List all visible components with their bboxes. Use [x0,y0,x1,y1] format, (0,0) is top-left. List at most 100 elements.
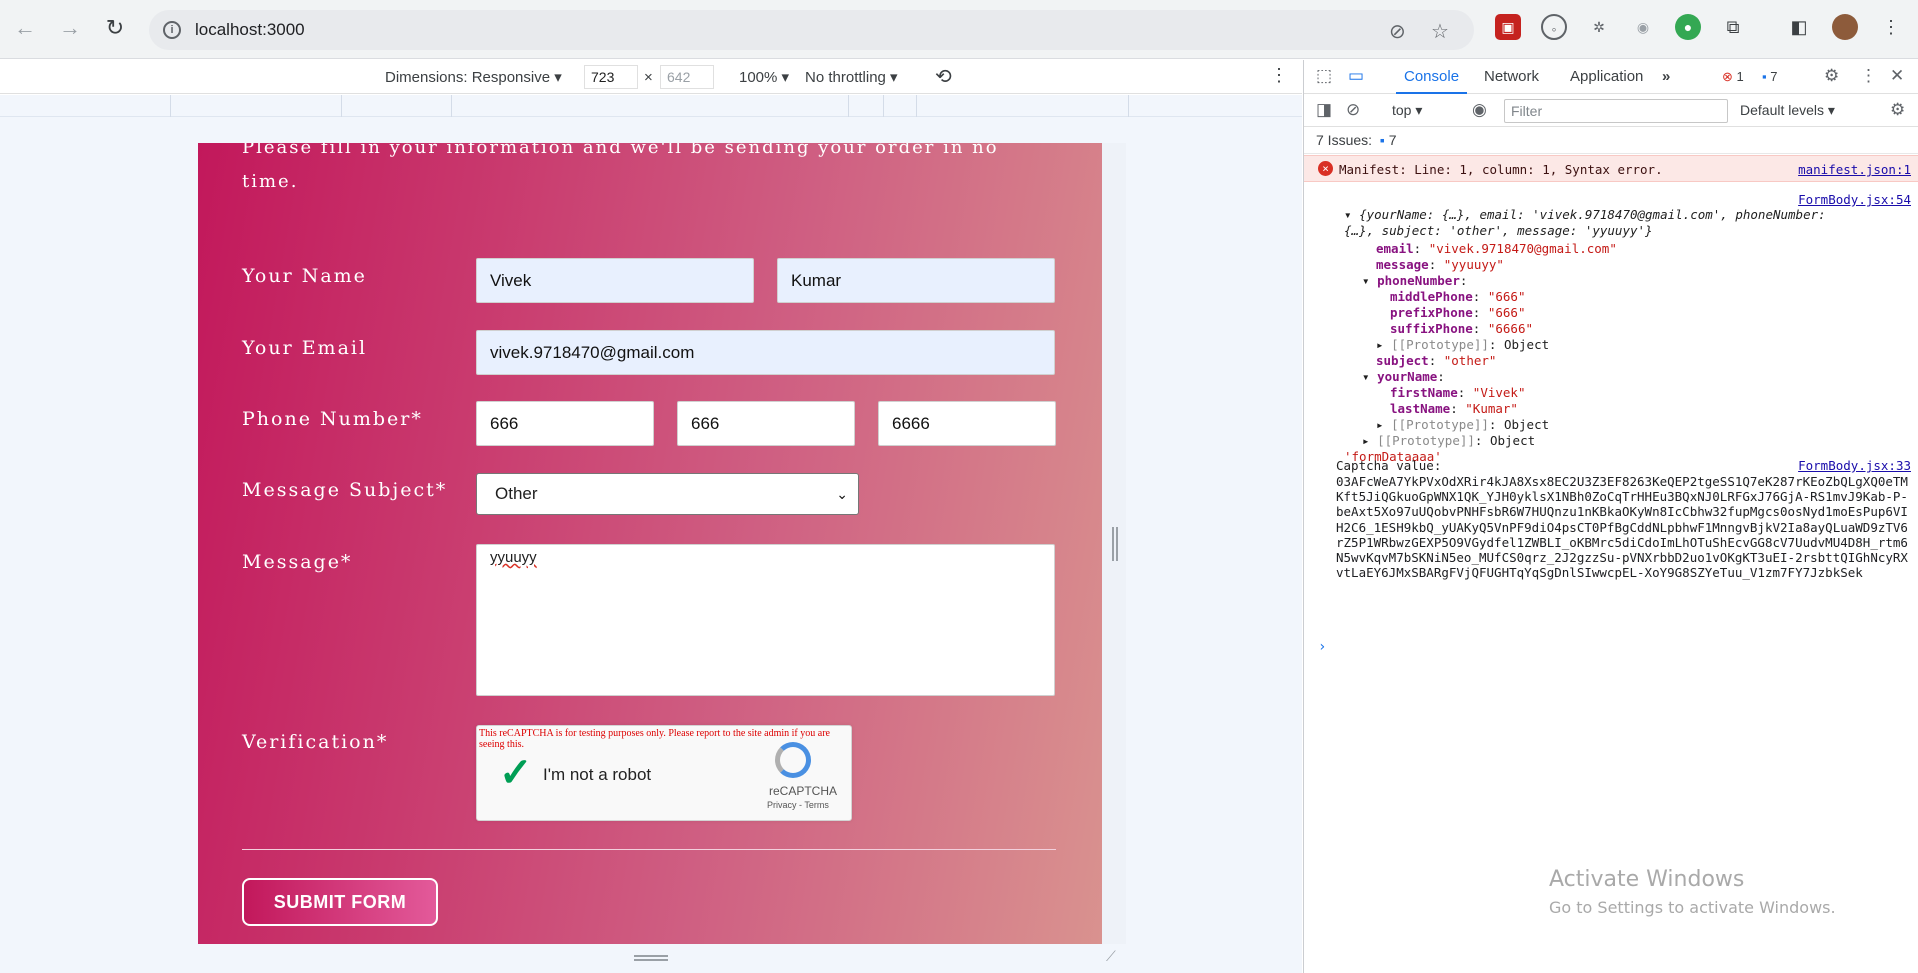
tab-network[interactable]: Network [1484,68,1539,85]
phone-label: Phone Number* [242,408,423,430]
console-prompt-icon[interactable]: › [1318,639,1326,655]
site-info-icon[interactable]: i [163,21,181,39]
prop-prototype[interactable]: ▸ [[Prototype]]: Object [1376,337,1549,353]
device-toggle-icon[interactable]: ▭ [1348,66,1364,86]
dimensions-select[interactable]: Dimensions: Responsive ▾ [385,68,562,86]
browser-menu-icon[interactable]: ⋮ [1878,14,1904,40]
captcha-token-value: 03AFcWeA7YkPVxOdXRir4kJA8Xsx8EC2U3Z3EF82… [1336,474,1908,581]
form-intro-text: Please fill in your information and we'l… [242,143,999,192]
recaptcha-brand: reCAPTCHA [769,784,838,798]
forward-arrow-icon[interactable]: → [55,14,85,44]
resize-handle-vertical[interactable] [1112,527,1118,561]
first-name-input[interactable]: Vivek [476,258,754,303]
extension-icon[interactable]: ◦ [1541,14,1567,40]
issues-label: 7 Issues: [1316,132,1373,148]
email-label: Your Email [242,337,368,359]
last-name-input[interactable]: Kumar [777,258,1055,303]
prop-yourname[interactable]: ▾ yourName: [1362,369,1445,385]
error-icon: × [1318,161,1333,176]
zoom-select[interactable]: 100% ▾ [739,68,789,86]
email-input[interactable]: vivek.9718470@gmail.com [476,330,1055,375]
resize-corner-icon[interactable]: ⟋ [1106,948,1116,965]
subject-label: Message Subject* [242,479,448,501]
contact-form-page: Please fill in your information and we'l… [198,143,1102,944]
message-label: Message* [242,551,353,573]
clear-console-icon[interactable]: ⊘ [1346,100,1360,120]
close-icon[interactable]: ✕ [1890,66,1904,86]
sidebar-toggle-icon[interactable]: ◨ [1316,100,1332,120]
error-source-link[interactable]: manifest.json:1 [1798,162,1911,177]
profile-avatar[interactable] [1832,14,1858,40]
puzzle-extensions-icon[interactable]: ⧉ [1720,14,1746,40]
expand-arrow-icon: ▾ [1344,207,1352,222]
console-filter-input[interactable]: Filter [1504,99,1728,123]
back-arrow-icon[interactable]: ← [10,14,40,44]
frog-extension-icon[interactable]: ● [1675,14,1701,40]
extension-icon[interactable]: ◉ [1630,14,1656,40]
prop-subject: subject: "other" [1376,353,1497,368]
phone-middle-input[interactable]: 666 [677,401,855,446]
extension-icon[interactable]: ▣ [1495,14,1521,40]
address-bar[interactable]: i localhost:3000 ⊘ ☆ [149,10,1474,50]
reload-icon[interactable]: ↻ [100,14,130,44]
submit-form-button[interactable]: SUBMIT FORM [242,878,438,926]
settings-gear-icon[interactable]: ⚙ [1824,66,1839,86]
bookmark-star-icon[interactable]: ☆ [1431,19,1449,44]
recaptcha-privacy-terms[interactable]: Privacy - Terms [767,800,829,810]
phone-suffix-input[interactable]: 6666 [878,401,1056,446]
prop-firstname: firstName: "Vivek" [1390,385,1526,400]
devtools-tabbar: ⬚ ▭ Console Network Application » ⊗ 1 ▪ … [1304,60,1918,94]
device-more-icon[interactable]: ⋮ [1270,65,1288,86]
inspect-element-icon[interactable]: ⬚ [1316,66,1332,86]
captcha-log-label: Captcha value: [1336,458,1442,473]
message-text: yyuuyy [490,549,537,566]
object-summary-line[interactable]: ▾ {yourName: {…}, email: 'vivek.9718470@… [1344,207,1826,223]
device-toolbar: Dimensions: Responsive ▾ 723 × 642 100% … [0,60,1302,94]
prop-prototype[interactable]: ▸ [[Prototype]]: Object [1376,417,1549,433]
console-toolbar: ◨ ⊘ top ▾ ◉ Filter Default levels ▾ ⚙ [1304,95,1918,127]
message-textarea[interactable]: yyuuyy [476,544,1055,696]
log-source-link[interactable]: FormBody.jsx:33 [1798,458,1911,473]
tab-console[interactable]: Console [1395,68,1468,94]
issues-count[interactable]: 7 [1389,132,1397,148]
checkmark-icon[interactable]: ✓ [499,750,533,796]
more-tabs-icon[interactable]: » [1662,68,1670,85]
eye-slash-icon[interactable]: ⊘ [1389,19,1406,44]
side-panel-icon[interactable]: ◧ [1786,14,1812,40]
bug-extension-icon[interactable]: ✲ [1586,14,1612,40]
error-counter[interactable]: ⊗ 1 [1722,69,1744,85]
prop-prototype[interactable]: ▸ [[Prototype]]: Object [1362,433,1535,449]
tab-application[interactable]: Application [1570,68,1643,85]
issues-message-icon: ▪ [1379,132,1385,148]
console-settings-gear-icon[interactable]: ⚙ [1890,100,1905,120]
times-icon: × [644,69,653,86]
prop-prefixphone: prefixPhone: "666" [1390,305,1526,320]
resize-handle-horizontal[interactable] [634,955,668,961]
verification-label: Verification* [242,731,389,753]
prop-phonenumber[interactable]: ▾ phoneNumber: [1362,273,1467,289]
prop-message: message: "yyuuyy" [1376,257,1504,272]
log-source-link[interactable]: FormBody.jsx:54 [1798,192,1911,207]
context-select[interactable]: top ▾ [1392,102,1422,119]
issue-counter[interactable]: ▪ 7 [1762,69,1777,84]
form-divider [242,849,1056,850]
url-text: localhost:3000 [195,20,305,39]
name-label: Your Name [242,265,367,287]
viewport-width-input[interactable]: 723 [584,65,638,89]
log-levels-select[interactable]: Default levels ▾ [1740,102,1835,119]
devtools-menu-icon[interactable]: ⋮ [1860,66,1877,86]
viewport-height-input[interactable]: 642 [660,65,714,89]
prop-lastname: lastName: "Kumar" [1390,401,1518,416]
console-error-row: × Manifest: Line: 1, column: 1, Syntax e… [1304,155,1918,182]
watermark-subtitle: Go to Settings to activate Windows. [1549,898,1836,917]
issues-bar[interactable]: 7 Issues: ▪ 7 [1304,128,1918,154]
phone-prefix-input[interactable]: 666 [476,401,654,446]
recaptcha-logo-icon [775,742,811,778]
throttle-select[interactable]: No throttling ▾ [805,68,898,86]
rotate-icon[interactable]: ⟲ [935,64,952,89]
prop-middlephone: middlePhone: "666" [1390,289,1526,304]
subject-select[interactable]: Other ⌄ [476,473,859,515]
error-message: Manifest: Line: 1, column: 1, Syntax err… [1339,162,1663,177]
live-expression-eye-icon[interactable]: ◉ [1472,100,1487,120]
recaptcha-widget[interactable]: This reCAPTCHA is for testing purposes o… [476,725,852,821]
